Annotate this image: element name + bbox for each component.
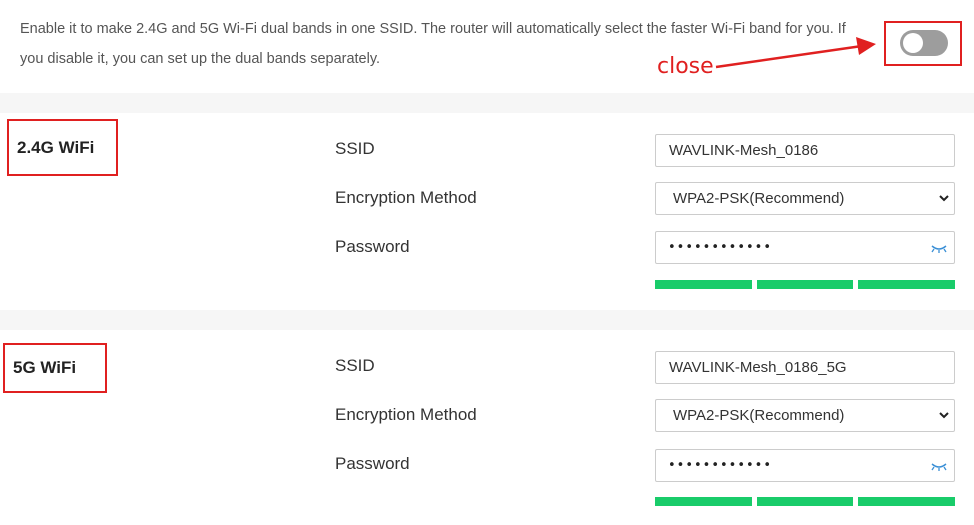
password-strength-bar-5g-medium [757,497,853,506]
ssid-input-5g[interactable]: WAVLINK-Mesh_0186_5G [655,351,955,384]
eye-closed-icon[interactable] [930,459,948,473]
ssid-input-2g[interactable]: WAVLINK-Mesh_0186 [655,134,955,167]
section-divider [0,93,974,113]
ssid-label-5g: SSID [335,356,375,375]
password-strength-bar-2g-weak [655,280,752,289]
password-strength-bar-2g-strong [858,280,955,289]
encryption-value-5g: WPA2-PSK(Recommend) [673,407,845,424]
band-title-5g: 5G WiFi [3,343,107,393]
band-title-2g-text: 2.4G WiFi [17,137,95,157]
password-strength-bar-5g-strong [858,497,955,506]
password-strength-bar-5g-weak [655,497,752,506]
password-mask-2g: •••••••••••• [668,240,773,255]
password-label-5g: Password [335,454,410,473]
eye-closed-icon[interactable] [930,241,948,255]
encryption-select-2g[interactable]: WPA2-PSK(Recommend) [655,182,955,215]
dual-band-toggle[interactable] [900,30,948,56]
password-input-2g[interactable]: •••••••••••• [655,231,955,264]
password-label-2g: Password [335,237,410,256]
dual-band-description: Enable it to make 2.4G and 5G Wi-Fi dual… [20,21,846,67]
encryption-label-2g: Encryption Method [335,188,477,207]
chevron-down-icon [939,412,949,419]
section-divider [0,310,974,330]
toggle-knob [903,33,923,53]
annotation-close-label: close [657,54,714,79]
password-mask-5g: •••••••••••• [668,458,773,473]
password-input-5g[interactable]: •••••••••••• [655,449,955,482]
encryption-label-5g: Encryption Method [335,405,477,424]
chevron-down-icon [939,195,949,202]
ssid-label-2g: SSID [335,139,375,158]
band-title-2g: 2.4G WiFi [7,119,118,176]
encryption-select-5g[interactable]: WPA2-PSK(Recommend) [655,399,955,432]
encryption-value-2g: WPA2-PSK(Recommend) [673,190,845,207]
password-strength-bar-2g-medium [757,280,853,289]
band-title-5g-text: 5G WiFi [13,358,77,377]
